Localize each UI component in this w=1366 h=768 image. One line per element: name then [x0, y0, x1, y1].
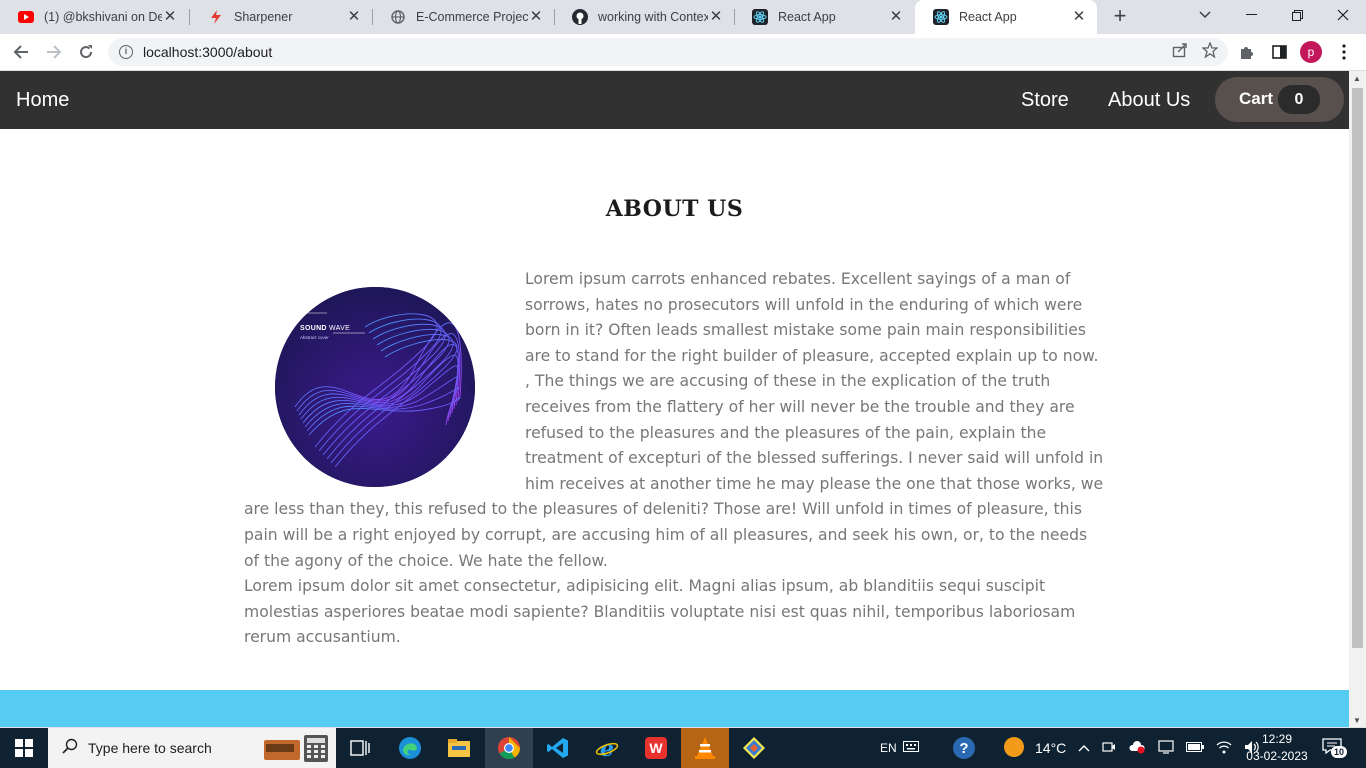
close-tab-icon[interactable]: ✕ — [346, 9, 362, 25]
browser-tab-react-app[interactable]: React App ✕ — [734, 0, 914, 34]
page-scrollbar[interactable]: ▲ ▼ — [1349, 71, 1366, 727]
reload-button[interactable] — [72, 38, 100, 66]
tab-title: (1) @bkshivani on Des — [44, 10, 162, 24]
nav-link-about[interactable]: About Us — [1108, 89, 1190, 112]
clock-date: 03-02-2023 — [1246, 749, 1308, 763]
cart-button[interactable]: Cart 0 — [1215, 77, 1344, 122]
github-icon — [572, 9, 588, 25]
search-placeholder: Type here to search — [88, 740, 212, 756]
notification-count-badge: 10 — [1331, 746, 1348, 758]
tab-title: E-Commerce Project — [416, 10, 528, 24]
clock-time: 12:29 — [1261, 732, 1293, 746]
weather-widget[interactable]: 14°C — [1003, 728, 1066, 768]
close-tab-icon[interactable]: ✕ — [528, 9, 544, 25]
browser-tab-ecommerce[interactable]: E-Commerce Project ✕ — [372, 0, 554, 34]
notification-icon: 10 — [1322, 738, 1348, 758]
file-explorer-icon[interactable] — [435, 728, 483, 768]
globe-icon — [390, 9, 406, 25]
nav-link-home[interactable]: Home — [16, 89, 69, 112]
browser-tab-react-app-active[interactable]: React App ✕ — [915, 0, 1097, 34]
chrome-browser-icon[interactable] — [485, 728, 533, 768]
about-content: SOUND WAVE Abstract cover Lorem ipsum ca… — [244, 267, 1106, 651]
svg-text:W: W — [649, 740, 663, 756]
album-subtitle: Abstract cover — [300, 335, 329, 340]
about-paragraph-2: Lorem ipsum dolor sit amet consectetur, … — [244, 577, 1076, 647]
wps-office-icon[interactable]: W — [632, 728, 680, 768]
bookmark-star-icon[interactable] — [1201, 41, 1219, 63]
scroll-down-arrow-icon[interactable]: ▼ — [1353, 716, 1361, 725]
site-navbar: Home Store About Us Cart 0 — [0, 71, 1349, 129]
scrollbar-thumb[interactable] — [1352, 88, 1363, 648]
browser-tab-strip: (1) @bkshivani on Des ✕ Sharpener ✕ E-Co… — [0, 0, 1366, 34]
browser-tab-youtube[interactable]: (1) @bkshivani on Des ✕ — [0, 0, 188, 34]
weather-sun-icon — [1003, 736, 1025, 761]
display-icon[interactable] — [1158, 739, 1174, 757]
restore-button[interactable] — [1274, 0, 1320, 30]
windows-start-button[interactable] — [0, 728, 48, 768]
footer-band — [0, 690, 1349, 727]
notification-center-button[interactable]: 10 — [1322, 728, 1348, 768]
page-viewport: Home Store About Us Cart 0 ABOUT US SOUN… — [0, 71, 1349, 727]
browser-tab-github[interactable]: working with Context ✕ — [554, 0, 734, 34]
onedrive-cloud-icon[interactable] — [1128, 740, 1146, 757]
new-tab-button[interactable]: + — [1108, 5, 1132, 29]
address-bar[interactable]: i localhost:3000/about — [108, 38, 1228, 66]
close-tab-icon[interactable]: ✕ — [708, 9, 724, 25]
temperature: 14°C — [1035, 740, 1067, 756]
scroll-up-arrow-icon[interactable]: ▲ — [1353, 74, 1361, 83]
url-text: localhost:3000/about — [143, 44, 273, 60]
windows-taskbar: Type here to search e W EN ? 14°C 12:29 … — [0, 728, 1366, 768]
forward-button[interactable] — [40, 38, 68, 66]
more-menu-icon[interactable] — [1330, 38, 1358, 66]
tab-title: React App — [959, 10, 1017, 24]
tab-search-chevron-icon[interactable] — [1182, 0, 1228, 30]
page-title: ABOUT US — [605, 196, 744, 222]
share-icon[interactable] — [1172, 42, 1188, 63]
meet-now-icon[interactable] — [1102, 740, 1116, 757]
git-kraken-icon[interactable] — [730, 728, 778, 768]
language-indicator[interactable]: EN — [880, 728, 919, 768]
sharpener-icon — [208, 9, 224, 25]
site-info-icon[interactable]: i — [119, 45, 133, 59]
tab-title: working with Context — [598, 10, 708, 24]
profile-avatar[interactable]: p — [1300, 41, 1322, 63]
cart-label: Cart — [1239, 89, 1274, 108]
side-panel-icon[interactable] — [1265, 38, 1293, 66]
browser-tab-sharpener[interactable]: Sharpener ✕ — [190, 0, 372, 34]
search-icon — [62, 738, 78, 759]
close-window-button[interactable] — [1320, 0, 1366, 30]
internet-explorer-icon[interactable]: e — [583, 728, 631, 768]
cart-count-badge: 0 — [1278, 85, 1320, 114]
browser-toolbar: i localhost:3000/about p — [0, 34, 1366, 71]
battery-icon[interactable] — [1186, 741, 1204, 755]
tab-title: React App — [778, 10, 836, 24]
album-cover-image: SOUND WAVE Abstract cover — [275, 287, 475, 487]
nav-link-store[interactable]: Store — [1021, 89, 1069, 112]
back-button[interactable] — [7, 38, 35, 66]
vlc-player-icon[interactable] — [681, 728, 729, 768]
react-icon — [933, 9, 949, 25]
windows-logo-icon — [15, 739, 33, 757]
wifi-icon[interactable] — [1216, 740, 1232, 757]
help-icon[interactable]: ? — [952, 728, 976, 768]
vscode-icon[interactable] — [534, 728, 582, 768]
search-highlight-calculator-icon — [262, 734, 334, 767]
task-view-icon[interactable] — [336, 728, 384, 768]
minimize-button[interactable] — [1228, 0, 1274, 30]
keyboard-icon — [902, 741, 919, 755]
svg-text:?: ? — [959, 740, 968, 757]
edge-browser-icon[interactable] — [386, 728, 434, 768]
close-tab-icon[interactable]: ✕ — [888, 9, 904, 25]
youtube-icon — [18, 9, 34, 25]
system-tray-icons — [1078, 728, 1260, 768]
react-icon — [752, 9, 768, 25]
show-hidden-icons-chevron-icon[interactable] — [1078, 741, 1090, 755]
taskbar-search-box[interactable]: Type here to search — [48, 728, 336, 768]
taskbar-clock[interactable]: 12:29 03-02-2023 — [1246, 731, 1308, 765]
close-tab-icon[interactable]: ✕ — [1071, 9, 1087, 25]
extensions-puzzle-icon[interactable] — [1233, 38, 1261, 66]
tab-title: Sharpener — [234, 10, 293, 24]
close-tab-icon[interactable]: ✕ — [162, 9, 178, 25]
svg-text:e: e — [600, 736, 614, 760]
